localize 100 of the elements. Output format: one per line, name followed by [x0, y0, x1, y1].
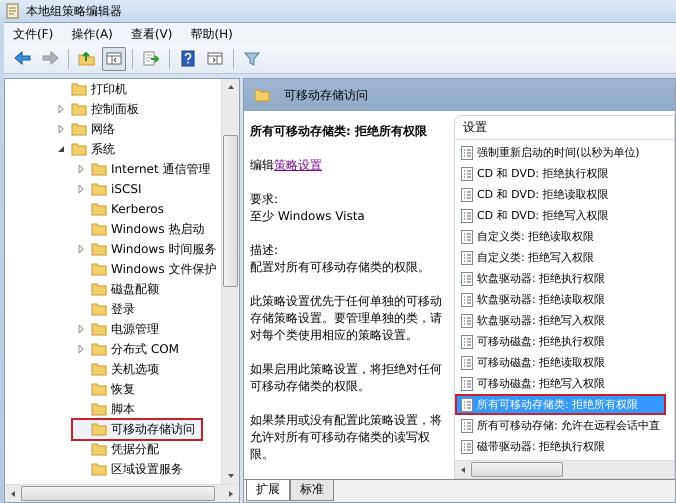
- tree-item[interactable]: Windows 时间服务: [71, 238, 221, 260]
- setting-item[interactable]: 自定义类: 拒绝写入权限: [455, 247, 674, 268]
- tree-item[interactable]: 登录: [71, 298, 140, 320]
- tree-item[interactable]: 凭据分配: [71, 438, 164, 460]
- tree-item[interactable]: 控制面板: [51, 98, 144, 120]
- tree-item[interactable]: iSCSI: [71, 179, 146, 199]
- setting-document-icon: [461, 440, 473, 454]
- setting-document-icon: [461, 314, 473, 328]
- horizontal-scrollbar[interactable]: [5, 484, 239, 502]
- folder-icon: [91, 342, 107, 356]
- requirements-text: 至少 Windows Vista: [250, 208, 366, 225]
- folder-icon: [91, 382, 107, 396]
- column-header[interactable]: 设置: [455, 116, 674, 140]
- horizontal-scrollbar[interactable]: [455, 460, 674, 478]
- setting-item[interactable]: 强制重新启动的时间(以秒为单位): [455, 142, 674, 163]
- expand-arrow-icon[interactable]: [57, 125, 65, 133]
- vertical-scrollbar[interactable]: [221, 79, 239, 484]
- expand-arrow-icon[interactable]: [77, 165, 85, 173]
- folder-icon: [91, 302, 107, 316]
- setting-item[interactable]: CD 和 DVD: 拒绝执行权限: [455, 163, 674, 184]
- tree-item[interactable]: 区域设置服务: [71, 458, 188, 480]
- expand-arrow-icon[interactable]: [77, 245, 85, 253]
- setting-item[interactable]: 软盘驱动器: 拒绝执行权限: [455, 268, 674, 289]
- description-paragraph: 如果禁用或没有配置此策略设置，将允许对所有可移动存储类的读写权限。: [250, 412, 443, 463]
- setting-item[interactable]: 软盘驱动器: 拒绝读取权限: [455, 289, 674, 310]
- folder-icon: [91, 222, 107, 236]
- setting-document-icon: [461, 334, 473, 348]
- setting-item[interactable]: 可移动磁盘: 拒绝写入权限: [455, 373, 674, 394]
- folder-icon: [91, 182, 107, 196]
- description-label: 描述:: [250, 242, 280, 259]
- setting-item[interactable]: 自定义类: 拒绝读取权限: [455, 226, 674, 247]
- setting-document-icon: [461, 398, 473, 412]
- tree-panel-icon[interactable]: [102, 47, 126, 71]
- view-tab[interactable]: 标准: [290, 480, 334, 501]
- expand-arrow-icon[interactable]: [77, 345, 85, 353]
- tree-item[interactable]: Kerberos: [71, 199, 169, 219]
- folder-icon: [91, 282, 107, 296]
- edit-policy-text: 编辑策略设置: [250, 157, 323, 174]
- folder-icon: [91, 262, 107, 276]
- folder-icon: [91, 162, 107, 176]
- tree-item[interactable]: 系统: [51, 138, 120, 160]
- setting-document-icon: [461, 272, 473, 286]
- setting-document-icon: [461, 166, 473, 180]
- tree-item[interactable]: 脚本: [71, 398, 140, 420]
- menu-item[interactable]: 文件(F): [4, 26, 62, 42]
- folder-icon: [91, 242, 107, 256]
- expand-arrow-icon[interactable]: [57, 105, 65, 113]
- setting-item[interactable]: 磁带驱动器: 拒绝执行权限: [455, 436, 674, 457]
- folder-icon: [91, 202, 107, 216]
- tree-item[interactable]: 打印机: [51, 79, 132, 100]
- policy-settings-link[interactable]: 策略设置: [274, 158, 322, 172]
- description-paragraph: 如果启用此策略设置，将拒绝对任何可移动存储类的权限。: [250, 361, 443, 395]
- menu-item[interactable]: 帮助(H): [181, 26, 242, 42]
- setting-document-icon: [461, 418, 473, 432]
- collapse-arrow-icon[interactable]: [57, 145, 65, 153]
- tree-item[interactable]: 网络: [51, 118, 120, 140]
- folder-icon: [91, 362, 107, 376]
- tree-item[interactable]: Windows 热启动: [71, 218, 210, 240]
- setting-document-icon: [461, 292, 473, 306]
- tree-item[interactable]: 可移动存储访问: [71, 418, 203, 440]
- folder-icon: [254, 88, 270, 102]
- menu-item[interactable]: 操作(A): [62, 26, 122, 42]
- setting-item[interactable]: 可移动磁盘: 拒绝执行权限: [455, 331, 674, 352]
- setting-item[interactable]: 可移动磁盘: 拒绝读取权限: [455, 352, 674, 373]
- setting-document-icon: [461, 188, 473, 202]
- setting-item[interactable]: CD 和 DVD: 拒绝读取权限: [455, 184, 674, 205]
- folder-icon: [71, 102, 87, 116]
- expand-arrow-icon[interactable]: [77, 325, 85, 333]
- setting-item[interactable]: CD 和 DVD: 拒绝写入权限: [455, 205, 674, 226]
- description-paragraph: 配置对所有可移动存储类的权限。: [250, 259, 431, 276]
- description-paragraph: 此策略设置优先于任何单独的可移动存储策略设置。要管理单独的类，请对每个类使用相应的策略设置。: [250, 293, 443, 344]
- pane-header-title: 可移动存储访问: [284, 86, 368, 104]
- tree-item[interactable]: 恢复: [71, 378, 140, 400]
- requirements-label: 要求:: [250, 191, 280, 208]
- setting-document-icon: [461, 250, 473, 264]
- setting-document-icon: [461, 376, 473, 390]
- tree-item[interactable]: Internet 通信管理: [71, 158, 216, 180]
- tree-item[interactable]: 磁盘配额: [71, 278, 164, 300]
- folder-icon: [91, 422, 107, 436]
- setting-item[interactable]: 所有可移动存储: 允许在远程会话中直: [455, 415, 674, 436]
- folder-icon: [71, 82, 87, 96]
- folder-icon: [71, 122, 87, 136]
- setting-document-icon: [461, 230, 473, 244]
- setting-item[interactable]: 软盘驱动器: 拒绝写入权限: [455, 310, 674, 331]
- document-icon: [6, 3, 20, 19]
- tree-item[interactable]: 关机选项: [71, 358, 164, 380]
- setting-document-icon: [461, 356, 473, 370]
- policy-title: 所有可移动存储类: 拒绝所有权限: [250, 123, 428, 140]
- tree-item[interactable]: Windows 文件保护: [71, 258, 221, 280]
- menu-item[interactable]: 查看(V): [122, 26, 182, 42]
- setting-document-icon: [461, 146, 473, 160]
- window-title: 本地组策略编辑器: [26, 2, 122, 20]
- folder-icon: [91, 322, 107, 336]
- folder-icon: [91, 462, 107, 476]
- view-tab[interactable]: 扩展: [246, 480, 290, 501]
- setting-document-icon: [461, 208, 473, 222]
- folder-icon: [71, 142, 87, 156]
- expand-arrow-icon[interactable]: [77, 185, 85, 193]
- tree-item[interactable]: 分布式 COM: [71, 338, 184, 360]
- tree-item[interactable]: 电源管理: [71, 318, 164, 340]
